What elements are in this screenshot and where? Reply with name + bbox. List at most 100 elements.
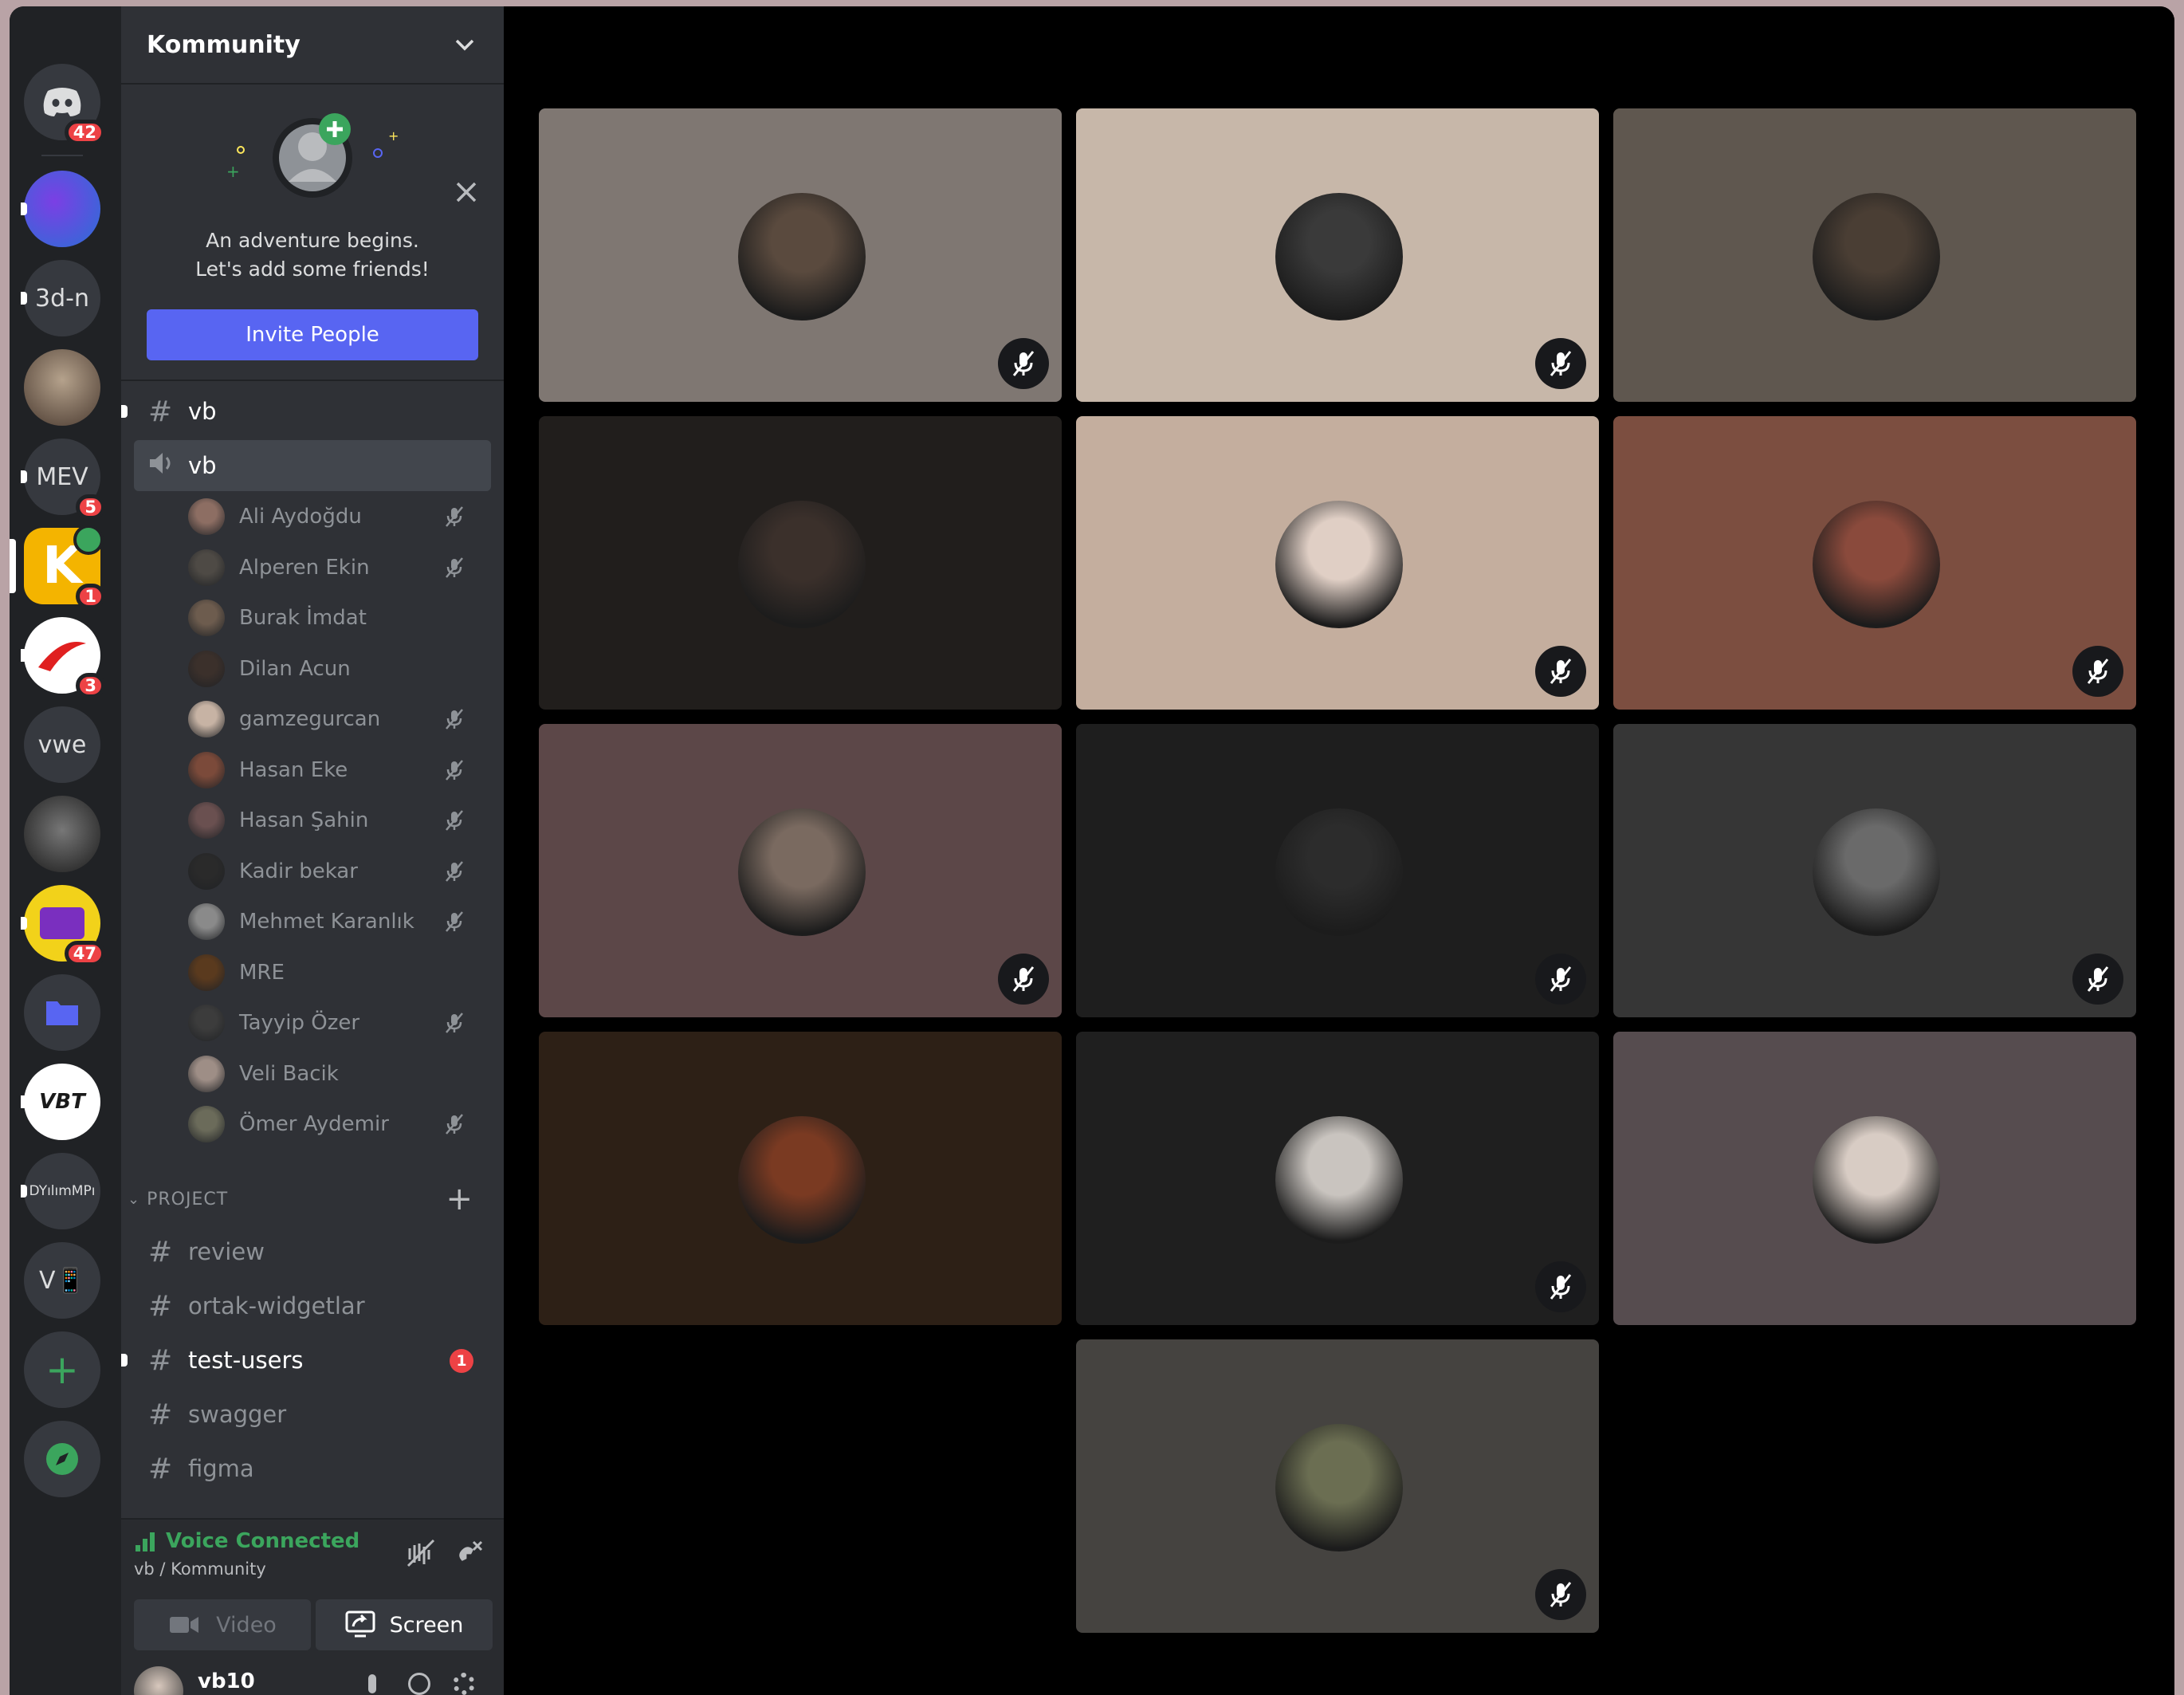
participant-tile[interactable] xyxy=(539,724,1062,1017)
voice-member[interactable]: MRE xyxy=(188,950,483,995)
server-icon-vbt[interactable]: VBT xyxy=(21,1064,100,1140)
plus-icon: + xyxy=(45,1347,79,1393)
rail-divider xyxy=(41,155,83,156)
speaker-icon xyxy=(148,450,188,482)
invite-people-button[interactable]: Invite People xyxy=(147,309,478,360)
explore-servers-button[interactable] xyxy=(24,1421,100,1497)
voice-member[interactable]: Ömer Aydemir xyxy=(188,1102,483,1146)
server-icon-red[interactable]: 3 xyxy=(21,617,105,698)
participant-tile[interactable] xyxy=(539,108,1062,402)
mic-muted-icon xyxy=(443,1113,465,1135)
participant-tile[interactable] xyxy=(1076,416,1599,710)
participant-avatar xyxy=(1275,193,1403,321)
mic-muted-icon xyxy=(1535,1261,1586,1312)
server-icon-vwe[interactable]: vwe xyxy=(24,706,100,783)
participant-tile[interactable] xyxy=(1076,1032,1599,1325)
text-channel[interactable]: # test-users 1 xyxy=(121,1335,491,1386)
voice-member[interactable]: Tayyip Özer xyxy=(188,1001,483,1045)
mic-muted-icon xyxy=(443,860,465,883)
mic-muted-icon xyxy=(998,338,1049,389)
member-name: Veli Bacik xyxy=(239,1061,339,1086)
member-name: MRE xyxy=(239,960,285,985)
member-name: gamzegurcan xyxy=(239,707,381,731)
voice-channel-vb[interactable]: vb xyxy=(134,440,491,491)
participant-tile[interactable] xyxy=(1076,724,1599,1017)
text-channel[interactable]: # swagger xyxy=(134,1389,491,1440)
member-name: Ali Aydoğdu xyxy=(239,505,362,529)
close-icon[interactable] xyxy=(453,179,480,206)
swoosh-logo-icon xyxy=(38,642,86,671)
noise-suppression-icon[interactable] xyxy=(405,1537,437,1569)
voice-member[interactable]: Hasan Eke xyxy=(188,748,483,792)
member-name: Alperen Ekin xyxy=(239,555,370,580)
member-avatar xyxy=(188,1106,225,1142)
participant-tile[interactable] xyxy=(539,1032,1062,1325)
video-grid xyxy=(504,6,2174,1695)
voice-member[interactable]: Hasan Şahin xyxy=(188,798,483,843)
voice-member[interactable]: Dilan Acun xyxy=(188,647,483,691)
participant-tile[interactable] xyxy=(1613,108,2136,402)
server-icon-dyilim[interactable]: DYılımMPı xyxy=(21,1153,100,1229)
category-project[interactable]: ⌄ PROJECT + xyxy=(128,1183,494,1215)
participant-tile[interactable] xyxy=(1613,724,2136,1017)
server-icon-3d-n[interactable]: 3d-n xyxy=(21,260,100,336)
voice-active-indicator xyxy=(73,525,104,555)
server-header[interactable]: Kommunity xyxy=(121,6,504,85)
server-icon-fallguys[interactable] xyxy=(21,171,100,247)
add-server-button[interactable]: + xyxy=(24,1331,100,1408)
screen-share-button[interactable]: Screen xyxy=(316,1599,493,1650)
voice-connected-status: Voice Connected xyxy=(166,1529,360,1553)
member-name: Hasan Eke xyxy=(239,757,348,782)
mic-muted-icon xyxy=(2072,954,2123,1005)
member-name: Hasan Şahin xyxy=(239,808,369,832)
channel-name: review xyxy=(188,1238,265,1265)
server-icon-v[interactable]: V📱 xyxy=(24,1242,100,1319)
home-dm-button[interactable]: 42 xyxy=(24,64,105,145)
participant-avatar xyxy=(1813,808,1940,936)
user-panel: vb10 xyxy=(121,1658,504,1695)
member-avatar xyxy=(188,549,225,586)
video-button[interactable]: Video xyxy=(134,1599,311,1650)
disconnect-icon[interactable] xyxy=(453,1537,485,1569)
member-name: Ömer Aydemir xyxy=(239,1112,389,1136)
channel-name: test-users xyxy=(188,1347,304,1374)
server-icon-photo[interactable] xyxy=(24,349,100,426)
voice-member[interactable]: gamzegurcan xyxy=(188,697,483,741)
voice-member[interactable]: Kadir bekar xyxy=(188,849,483,894)
voice-member[interactable]: Ali Aydoğdu xyxy=(188,494,483,539)
server-icon-kommunity[interactable]: K 1 xyxy=(10,525,105,609)
mic-muted-icon xyxy=(998,954,1049,1005)
voice-member[interactable]: Alperen Ekin xyxy=(188,545,483,590)
text-channel-vb[interactable]: # vb xyxy=(134,386,491,437)
signal-icon xyxy=(136,1532,155,1551)
discord-logo-icon xyxy=(43,88,81,116)
create-channel-button[interactable]: + xyxy=(446,1183,473,1215)
channel-name: swagger xyxy=(188,1401,287,1428)
mic-muted-icon xyxy=(1535,954,1586,1005)
mic-icon[interactable] xyxy=(368,1674,376,1693)
settings-gear-icon[interactable] xyxy=(453,1673,475,1695)
server-icon-mev[interactable]: MEV 5 xyxy=(21,438,105,520)
text-channel[interactable]: # figma xyxy=(134,1443,491,1494)
server-icon-portrait[interactable] xyxy=(24,796,100,872)
participant-avatar xyxy=(1275,1424,1403,1551)
text-channel[interactable]: # ortak-widgetlar xyxy=(134,1280,491,1331)
participant-avatar xyxy=(1813,1116,1940,1244)
voice-channel-path: vb / Kommunity xyxy=(134,1559,266,1579)
participant-tile[interactable] xyxy=(1076,1339,1599,1633)
voice-member[interactable]: Veli Bacik xyxy=(188,1052,483,1096)
screen-share-icon xyxy=(345,1610,375,1638)
participant-tile[interactable] xyxy=(1613,1032,2136,1325)
mic-muted-icon xyxy=(1535,1569,1586,1620)
text-channel[interactable]: # review xyxy=(134,1226,491,1277)
voice-member[interactable]: Mehmet Karanlık xyxy=(188,899,483,944)
member-name: Burak İmdat xyxy=(239,606,367,630)
participant-tile[interactable] xyxy=(1613,416,2136,710)
server-folder[interactable] xyxy=(24,974,100,1051)
user-avatar[interactable] xyxy=(134,1666,183,1695)
voice-member[interactable]: Burak İmdat xyxy=(188,596,483,640)
headphones-icon[interactable] xyxy=(408,1673,430,1695)
server-icon-hub[interactable]: 47 xyxy=(21,885,105,966)
participant-tile[interactable] xyxy=(539,416,1062,710)
participant-tile[interactable] xyxy=(1076,108,1599,402)
